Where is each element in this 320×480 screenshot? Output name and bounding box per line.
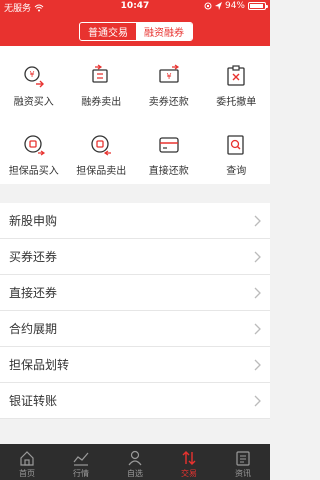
- list-item-bank-transfer[interactable]: 银证转账: [0, 383, 270, 419]
- lock-rotation-icon: [204, 2, 212, 10]
- yuan-in-icon: ¥: [24, 66, 44, 88]
- yuan-ticket-icon: ¥: [159, 64, 179, 83]
- tab-label: 交易: [181, 469, 197, 478]
- list-item-ipo-subscribe[interactable]: 新股申购: [0, 203, 270, 239]
- grid-item-collateral-buy[interactable]: 担保品买入: [0, 115, 68, 184]
- chevron-right-icon: [254, 359, 261, 371]
- function-list: 新股申购 买券还券 直接还券 合约展期 担保品划转 银证转账: [0, 203, 270, 419]
- grid-item-short-sell[interactable]: 融券卖出: [68, 46, 136, 115]
- grid-item-collateral-sell[interactable]: 担保品卖出: [68, 115, 136, 184]
- tab-label: 行情: [73, 469, 89, 478]
- tab-home[interactable]: 首页: [0, 444, 54, 480]
- grid-item-sell-repay[interactable]: ¥ 卖券还款: [135, 46, 203, 115]
- grid-item-label: 融券卖出: [81, 97, 122, 108]
- list-item-label: 担保品划转: [9, 358, 70, 372]
- tab-watchlist[interactable]: 自选: [108, 444, 162, 480]
- app-header: 无服务 10:47 94% 普通交易 融资融券: [0, 0, 270, 46]
- person-icon: [128, 450, 142, 466]
- list-item-label: 直接还券: [9, 286, 58, 300]
- list-item-label: 新股申购: [9, 214, 58, 228]
- list-item-buy-return[interactable]: 买券还券: [0, 239, 270, 275]
- tab-normal-trade[interactable]: 普通交易: [80, 23, 136, 40]
- trade-icon: [182, 451, 196, 465]
- home-icon: [20, 451, 34, 466]
- grid-item-label: 担保品买入: [8, 166, 59, 177]
- svg-text:¥: ¥: [166, 72, 171, 81]
- grid-item-label: 委托撤单: [216, 97, 257, 108]
- search-icon: [227, 135, 244, 155]
- chevron-right-icon: [254, 323, 261, 335]
- tab-label: 自选: [127, 469, 143, 478]
- cancel-order-icon: [227, 65, 245, 86]
- list-item-contract-extend[interactable]: 合约展期: [0, 311, 270, 347]
- chevron-right-icon: [254, 215, 261, 227]
- grid-item-label: 卖券还款: [148, 97, 189, 108]
- chevron-right-icon: [254, 251, 261, 263]
- list-item-collateral-transfer[interactable]: 担保品划转: [0, 347, 270, 383]
- grid-item-label: 担保品卖出: [76, 166, 127, 177]
- collateral-buy-icon: [24, 135, 45, 156]
- grid-item-query[interactable]: 查询: [203, 115, 271, 184]
- tab-market[interactable]: 行情: [54, 444, 108, 480]
- grid-item-label: 融资买入: [13, 97, 54, 108]
- list-item-label: 合约展期: [9, 322, 58, 336]
- news-icon: [236, 451, 250, 466]
- list-item-label: 银证转账: [9, 394, 58, 408]
- trade-mode-segment: 普通交易 融资融券: [79, 22, 193, 41]
- collateral-sell-icon: [91, 135, 112, 156]
- battery-percent: 94%: [224, 1, 245, 11]
- bottom-tab-bar: 首页 行情 自选 交易 资讯: [0, 444, 270, 480]
- card-icon: [159, 137, 179, 153]
- grid-item-direct-repay[interactable]: 直接还款: [135, 115, 203, 184]
- chevron-right-icon: [254, 287, 261, 299]
- tab-news[interactable]: 资讯: [216, 444, 270, 480]
- list-item-label: 买券还券: [9, 250, 58, 264]
- battery-icon: [248, 2, 268, 10]
- grid-item-label: 查询: [226, 166, 247, 177]
- tab-margin-trade[interactable]: 融资融券: [136, 23, 192, 40]
- grid-item-label: 直接还款: [148, 166, 189, 177]
- status-bar: 无服务 10:47 94%: [0, 0, 270, 14]
- tab-trade[interactable]: 交易: [162, 444, 216, 480]
- tab-label: 资讯: [235, 469, 251, 478]
- grid-item-margin-buy[interactable]: ¥ 融资买入: [0, 46, 68, 115]
- grid-item-cancel-order[interactable]: 委托撤单: [203, 46, 271, 115]
- list-item-direct-return[interactable]: 直接还券: [0, 275, 270, 311]
- function-grid: ¥ 融资买入 融券卖出 ¥ 卖券还款 委托撤单 担保品买入 担保品卖出 直接还款…: [0, 46, 270, 184]
- chart-icon: [73, 452, 89, 466]
- location-icon: [214, 2, 222, 10]
- tab-label: 首页: [19, 469, 35, 478]
- svg-text:¥: ¥: [29, 70, 34, 79]
- ticket-out-icon: [92, 64, 108, 83]
- chevron-right-icon: [254, 395, 261, 407]
